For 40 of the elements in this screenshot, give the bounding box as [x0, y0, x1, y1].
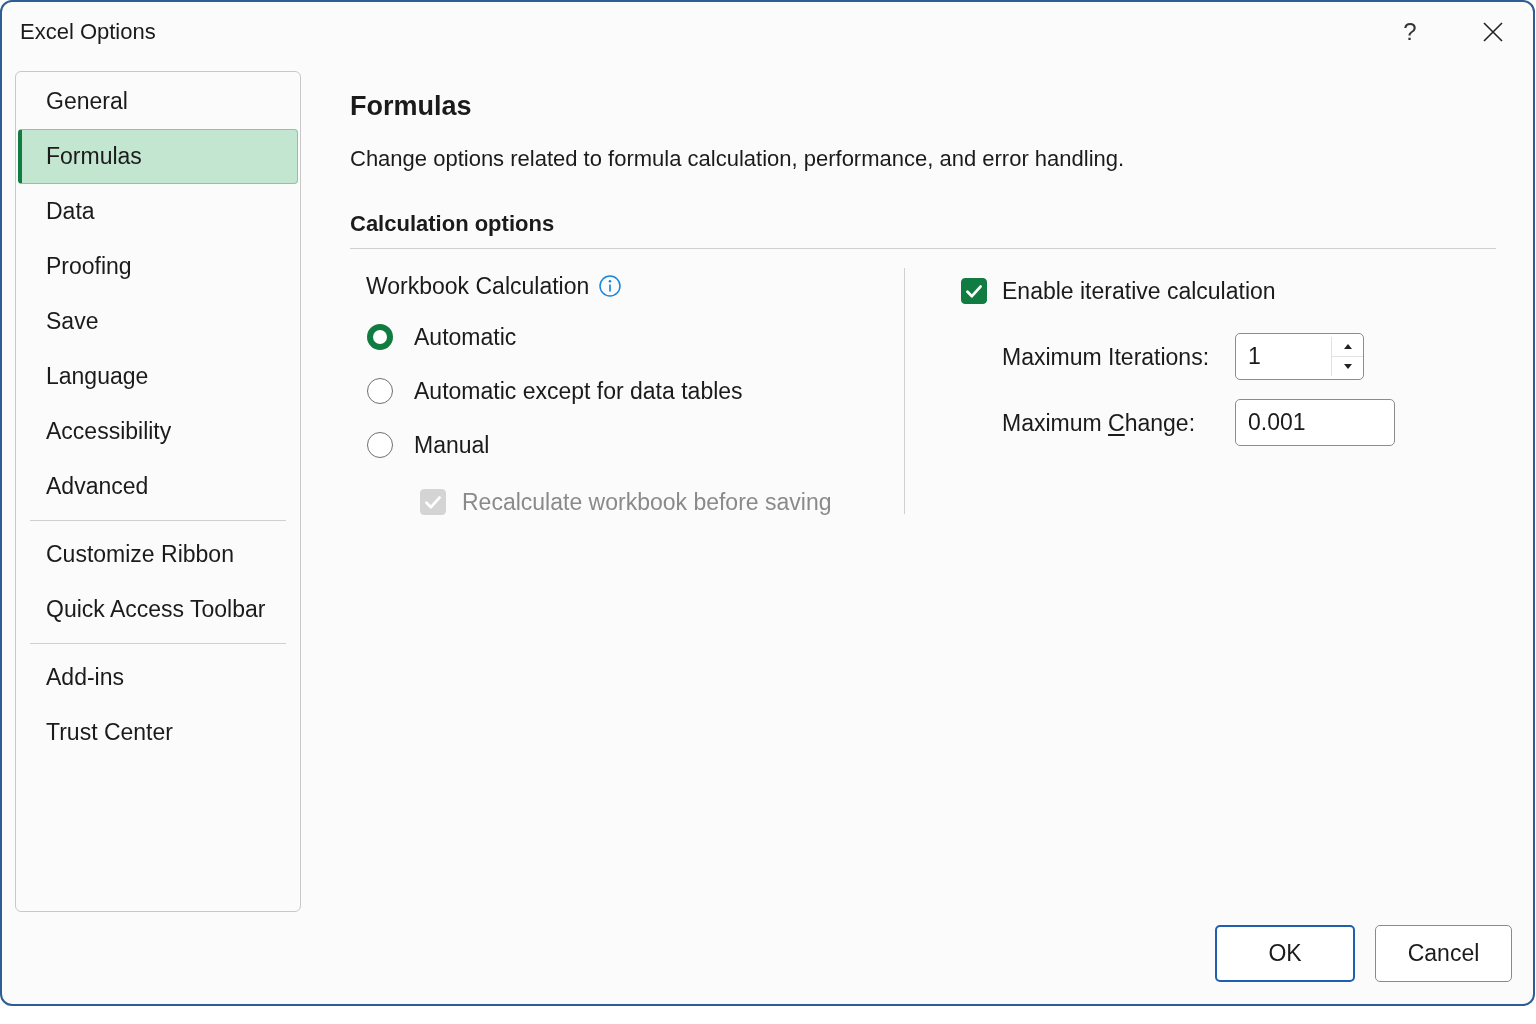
option-label: Automatic except for data tables: [414, 377, 743, 406]
text-field[interactable]: 0.001: [1235, 399, 1395, 446]
checkmark-icon: [425, 495, 441, 509]
page-title: Formulas: [350, 90, 473, 123]
window-title: Excel Options: [20, 18, 156, 46]
sidebar-item[interactable]: Accessibility: [18, 404, 298, 459]
help-button[interactable]: ?: [1380, 17, 1440, 47]
sidebar-item[interactable]: General: [18, 74, 298, 129]
triangle-up-icon: [1343, 343, 1352, 349]
radio-button[interactable]: [367, 432, 393, 458]
checkbox-label: Recalculate workbook before saving: [462, 488, 832, 517]
spin-box[interactable]: 1: [1235, 333, 1364, 380]
sidebar-item[interactable]: Data: [18, 184, 298, 239]
dialog-button[interactable]: Cancel: [1375, 925, 1512, 982]
sidebar-item[interactable]: Save: [18, 294, 298, 349]
radio-button[interactable]: [367, 378, 393, 404]
sidebar-item[interactable]: Language: [18, 349, 298, 404]
field-label: Maximum Change:: [1002, 408, 1197, 438]
section-title: Calculation options: [350, 210, 556, 238]
page-description: Change options related to formula calculation, performance, and error handling.: [350, 145, 1126, 173]
triangle-down-icon: [1343, 363, 1352, 369]
option-label: Manual: [414, 431, 490, 460]
sidebar-item[interactable]: Quick Access Toolbar: [18, 582, 298, 637]
sidebar-item[interactable]: Trust Center: [18, 705, 298, 760]
sidebar-item[interactable]: Add-ins: [18, 650, 298, 705]
number-field[interactable]: 1: [1236, 334, 1331, 379]
info-icon: [599, 275, 622, 297]
sidebar-item[interactable]: Customize Ribbon: [18, 527, 298, 582]
close-icon: [1483, 22, 1503, 42]
sidebar-item[interactable]: Advanced: [18, 459, 298, 514]
sidebar-item[interactable]: Proofing: [18, 239, 298, 294]
option-label: Automatic: [414, 323, 517, 352]
checkmark-icon: [966, 284, 982, 298]
sidebar-item[interactable]: Formulas: [18, 129, 298, 184]
field-label: Maximum Iterations:: [1002, 342, 1211, 372]
group-label: Workbook Calculation: [366, 272, 590, 301]
radio-button[interactable]: [367, 324, 393, 350]
checkbox[interactable]: [961, 278, 987, 304]
dialog-button[interactable]: OK: [1215, 925, 1355, 982]
checkbox-label: Enable iterative calculation: [1002, 277, 1276, 306]
